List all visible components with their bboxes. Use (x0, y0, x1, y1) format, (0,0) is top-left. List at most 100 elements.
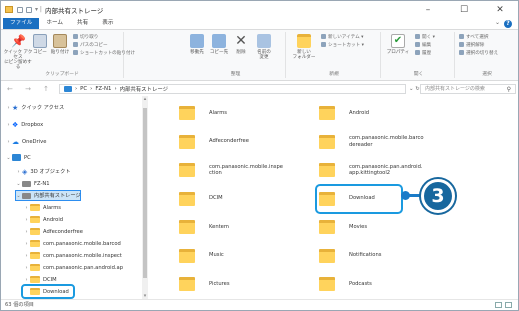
edit-button[interactable]: 編集 (415, 42, 435, 50)
tab-share[interactable]: 共有 (70, 18, 95, 29)
paste-shortcut-button[interactable]: ショートカットの貼り付け (73, 50, 135, 58)
tab-file[interactable]: ファイル (3, 18, 40, 29)
tree-item-com-panasonic-mobile-inspect[interactable]: › com.panasonic.mobile.inspect (23, 250, 122, 261)
tree-item-adfeconderfree[interactable]: › Adfeconderfree (23, 226, 83, 237)
folder-icon (179, 277, 195, 291)
clipboard-group-label: クリップボード (45, 72, 79, 77)
qat-dropdown-icon[interactable]: ▾ | (35, 6, 42, 13)
new-item-button[interactable]: 新しいアイテム ▾ (321, 34, 364, 42)
tree-item-com-panasonic-mobile-barcod[interactable]: › com.panasonic.mobile.barcod (23, 238, 121, 249)
details-view-icon[interactable] (495, 302, 502, 308)
move-to-button[interactable]: 移動先 (186, 34, 208, 55)
expand-arrow-icon[interactable]: › (23, 241, 30, 247)
tree-item-label: com.panasonic.mobile.barcod (43, 240, 121, 247)
scroll-thumb[interactable] (143, 108, 147, 278)
tree-item-download[interactable]: Download (21, 284, 75, 299)
file-item[interactable]: com.panasonic.mobile.inspe ction (179, 157, 329, 183)
path-field[interactable]: › PC › FZ-N1 › 内部共有ストレージ (59, 84, 406, 94)
expand-arrow-icon[interactable]: ⌄ (15, 181, 22, 187)
invert-selection-button[interactable]: 選択の切り替え (459, 50, 498, 58)
breadcrumb-storage[interactable]: 内部共有ストレージ (120, 85, 168, 93)
expand-arrow-icon[interactable]: › (23, 265, 30, 271)
tree-item-[interactable]: › ★ クイック アクセス (5, 102, 65, 113)
tab-view[interactable]: 表示 (95, 18, 120, 29)
nav-scrollbar[interactable]: ▴ ▾ (142, 96, 148, 299)
maximize-button[interactable]: ☐ (446, 1, 482, 18)
file-item[interactable]: Alarms (179, 100, 329, 126)
expand-arrow-icon[interactable]: › (5, 122, 12, 128)
history-button[interactable]: 履歴 (415, 50, 435, 58)
file-item[interactable]: Android (319, 100, 469, 126)
cut-button[interactable]: 切り取り (73, 34, 135, 42)
file-item[interactable]: DCIM (179, 186, 329, 212)
file-item[interactable]: Podcasts (319, 271, 469, 297)
rename-button[interactable]: 名前の 変更 (252, 34, 276, 60)
tree-item-fz-n1[interactable]: ⌄ FZ-N1 (15, 178, 50, 189)
open-button[interactable]: 開く ▾ (415, 34, 435, 42)
search-input[interactable]: 内部共有ストレージの検索 ⚲ (420, 84, 516, 94)
folder-icon (30, 204, 40, 211)
file-item[interactable]: Music (179, 243, 329, 269)
file-item[interactable]: com.panasonic.mobile.barco dereader (319, 129, 469, 155)
tree-item-alarms[interactable]: › Alarms (23, 202, 61, 213)
easy-access-button[interactable]: ショートカット ▾ (321, 42, 364, 50)
expand-arrow-icon[interactable]: › (23, 205, 30, 211)
file-item[interactable]: Adfeconderfree (179, 129, 329, 155)
file-item[interactable]: Pictures (179, 271, 329, 297)
new-folder-button[interactable]: 新しい フォルダー (290, 34, 318, 60)
folder-icon (5, 6, 13, 13)
cloud-icon: ☁ (12, 137, 19, 146)
refresh-icon[interactable]: ⌄ ↻ (409, 86, 420, 92)
select-none-button[interactable]: 選択解除 (459, 42, 498, 50)
file-item[interactable]: Kentem (179, 214, 329, 240)
copy-path-button[interactable]: パスのコピー (73, 42, 135, 50)
nav-buttons[interactable]: ← → ↑ (7, 85, 54, 93)
tree-item-android[interactable]: › Android (23, 214, 63, 225)
close-button[interactable]: ✕ (482, 1, 518, 18)
tree-item-pc[interactable]: ⌄ PC (5, 152, 31, 163)
expand-arrow-icon[interactable]: ⌄ (5, 155, 12, 161)
copy-to-button[interactable]: コピー先 (208, 34, 230, 55)
minimize-button[interactable]: – (410, 1, 446, 18)
file-item[interactable]: Download (315, 183, 403, 214)
folder-icon (179, 248, 195, 263)
expand-arrow-icon[interactable]: › (23, 229, 30, 235)
tree-item-onedrive[interactable]: › ☁ OneDrive (5, 136, 47, 147)
tree-item-dcim[interactable]: › DCIM (23, 274, 57, 285)
breadcrumb-pc[interactable]: PC (80, 86, 87, 92)
file-item[interactable]: Notifications (319, 243, 469, 269)
window-controls: – ☐ ✕ (410, 1, 518, 18)
help-icon[interactable]: ? (504, 20, 512, 28)
delete-button[interactable]: ✕ 削除 (230, 34, 252, 55)
cube-icon: ◈ (22, 167, 28, 176)
tree-item-dropbox[interactable]: › ❖ Dropbox (5, 119, 44, 130)
expand-arrow-icon[interactable]: › (23, 277, 30, 283)
expand-arrow-icon[interactable]: › (23, 217, 30, 223)
expand-arrow-icon[interactable]: › (5, 105, 12, 111)
tree-item-3d[interactable]: › ◈ 3D オブジェクト (15, 166, 71, 177)
file-item[interactable]: Movies (319, 214, 469, 240)
tree-item-label: Dropbox (21, 121, 44, 128)
expand-arrow-icon[interactable]: › (5, 139, 12, 145)
rename-label: 名前の 変更 (257, 50, 271, 60)
breadcrumb-fz-n1[interactable]: FZ-N1 (95, 86, 111, 92)
expand-arrow-icon[interactable]: ⌄ (15, 193, 22, 199)
pin-quick-access-button[interactable]: 📌 クイック アクセス にピン留めする (3, 34, 33, 70)
properties-icon[interactable] (17, 6, 23, 13)
file-item-label: Kentem (209, 223, 229, 230)
tree-item-[interactable]: ⌄ 内部共有ストレージ (15, 190, 81, 201)
expand-arrow-icon[interactable]: › (23, 253, 30, 259)
new-folder-icon[interactable] (26, 6, 32, 13)
file-item[interactable]: com.panasonic.pan.android. app.kittingto… (319, 157, 469, 183)
ribbon-expand-icon[interactable]: ⌄ (495, 19, 500, 26)
scroll-up-icon[interactable]: ▴ (142, 96, 148, 102)
tab-home[interactable]: ホーム (39, 18, 70, 29)
copy-button[interactable]: コピー (31, 34, 49, 55)
properties-button[interactable]: ✔ プロパティ (385, 34, 411, 55)
select-all-button[interactable]: すべて選択 (459, 34, 498, 42)
expand-arrow-icon[interactable]: › (15, 169, 22, 175)
paste-button[interactable]: 貼り付け (49, 34, 71, 55)
tree-item-com-panasonic-pan-android-ap[interactable]: › com.panasonic.pan.android.ap (23, 262, 123, 273)
item-count: 63 個の項目 (5, 302, 34, 308)
large-icons-view-icon[interactable] (505, 302, 512, 308)
